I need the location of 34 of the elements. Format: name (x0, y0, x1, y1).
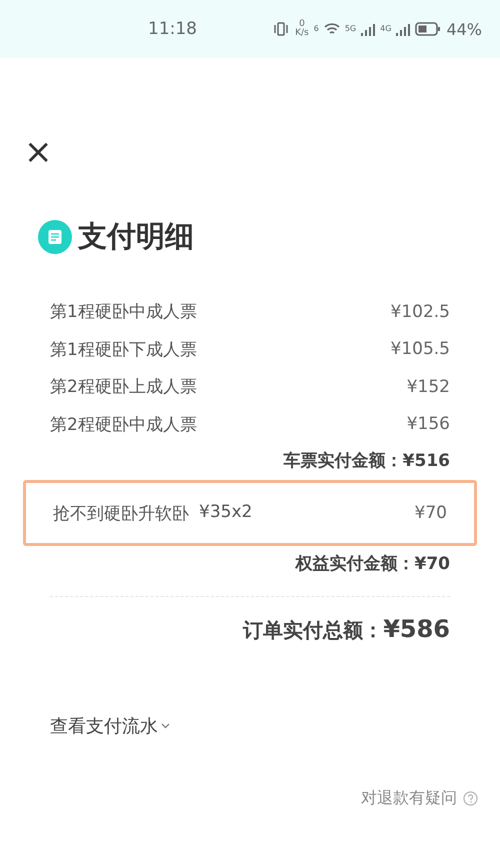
help-icon (463, 791, 478, 806)
vibrate-icon (272, 22, 290, 36)
benefit-amount: ¥70 (414, 503, 447, 523)
ticket-label: 第2程硬卧上成人票 (50, 376, 197, 398)
ticket-amount: ¥102.5 (390, 302, 450, 322)
ticket-amount: ¥156 (406, 414, 450, 434)
ticket-amount: ¥152 (406, 376, 450, 397)
signal-icon (396, 22, 410, 36)
ticket-label: 第1程硬卧中成人票 (50, 301, 197, 324)
signal-icon (361, 22, 376, 36)
clock: 11:18 (148, 19, 197, 39)
ticket-label: 第2程硬卧中成人票 (50, 414, 197, 436)
wifi-label: 6 (314, 24, 319, 32)
benefit-unit-price: ¥35x2 (199, 502, 252, 524)
receipt-icon (38, 220, 72, 254)
benefit-subtotal: 权益实付金额：¥70 (294, 553, 450, 576)
battery-level: 44% (446, 20, 482, 38)
battery-icon (415, 22, 442, 36)
order-total-label: 订单实付总额： (243, 617, 384, 644)
network-label: 5G (344, 24, 356, 32)
wifi-icon (324, 22, 340, 36)
benefit-label: 抢不到硬卧升软卧 (53, 502, 189, 524)
speed-unit: K/s (295, 29, 309, 38)
ticket-subtotal: 车票实付金额：¥516 (282, 450, 450, 473)
chevron-down-icon (161, 723, 170, 729)
close-button[interactable]: × (24, 138, 52, 166)
network-label: 4G (380, 24, 392, 32)
ticket-label: 第1程硬卧下成人票 (50, 338, 197, 361)
payment-flow-link[interactable]: 查看支付流水 (50, 714, 170, 738)
ticket-amount: ¥105.5 (390, 339, 450, 360)
speed-value: 0 (299, 20, 305, 29)
page-title: 支付明细 (78, 218, 194, 255)
order-total-amount: ¥586 (383, 615, 450, 643)
refund-help-link[interactable]: 对退款有疑问 (361, 788, 457, 809)
